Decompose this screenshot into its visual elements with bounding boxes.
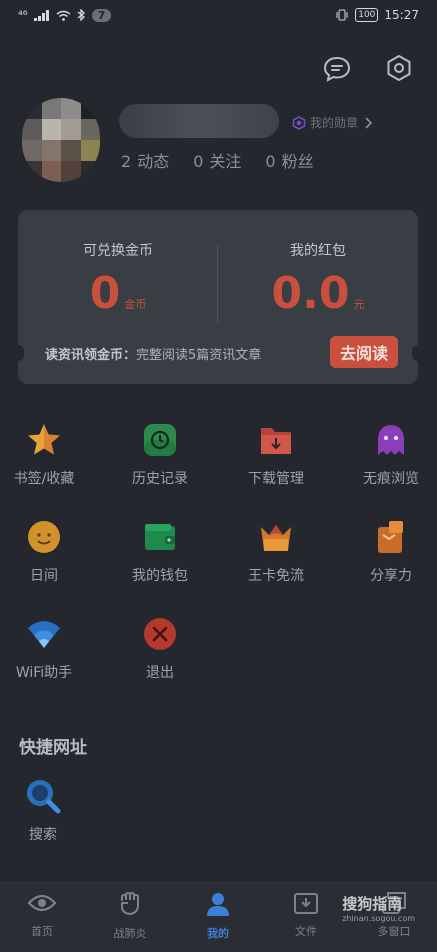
person-icon <box>207 893 229 916</box>
signal-indicator: ⁴⁶ <box>18 8 28 22</box>
quick-link-label: 搜索 <box>29 827 57 843</box>
grid-item-label: 分享力 <box>370 568 412 584</box>
bluetooth-icon <box>77 9 85 21</box>
task-text: 完整阅读5篇资讯文章 <box>136 348 262 363</box>
go-read-button[interactable]: 去阅读 <box>330 336 398 368</box>
tab-label: 战肺炎 <box>113 927 147 940</box>
grid-item-label: WiFi助手 <box>15 665 73 681</box>
medal-label: 我的勋章 <box>310 116 359 130</box>
read-task-text: 读资讯领金币：完整阅读5篇资讯文章 <box>45 344 261 363</box>
stat-followers[interactable]: 0 粉丝 <box>265 148 313 172</box>
hexagon-settings-icon <box>387 54 411 82</box>
ghost-icon <box>373 422 409 458</box>
notification-count-badge: 7 <box>91 8 112 22</box>
grid-item-label: 历史记录 <box>132 471 188 487</box>
grid-item-exit[interactable]: 退出 <box>110 616 210 682</box>
grid-item-label: 无痕浏览 <box>363 471 419 487</box>
redpacket-unit: 元 <box>353 298 365 311</box>
coins-unit: 金币 <box>124 298 147 311</box>
download-folder-icon <box>258 422 294 458</box>
card-notch-right <box>412 345 424 361</box>
medal-icon <box>292 115 306 130</box>
message-button[interactable] <box>322 54 352 84</box>
tab-label: 首页 <box>31 925 53 938</box>
vibrate-icon <box>336 9 348 21</box>
sun-face-icon <box>26 519 62 555</box>
tab-home[interactable]: 首页 <box>2 891 82 939</box>
grid-item-bookmarks[interactable]: 书签/收藏 <box>0 422 94 488</box>
quick-link-search[interactable]: 搜索 <box>0 778 93 844</box>
share-box-icon <box>373 519 409 555</box>
grid-item-wallet[interactable]: 我的钱包 <box>110 519 210 585</box>
grid-item-label: 我的钱包 <box>132 568 188 584</box>
grid-item-king-card[interactable]: 王卡免流 <box>226 519 326 585</box>
tab-fight-pneumonia[interactable]: 战肺炎 <box>90 891 170 941</box>
grid-item-label: 退出 <box>146 665 174 681</box>
search-icon <box>25 778 61 814</box>
stat-label: 粉丝 <box>281 152 314 171</box>
grid-item-label: 日间 <box>30 568 58 584</box>
settings-button[interactable] <box>384 53 414 83</box>
fist-icon <box>121 892 139 915</box>
coins-value: 0 <box>89 268 121 319</box>
star-icon <box>26 422 62 458</box>
wallet-icon <box>142 519 178 555</box>
coins-section[interactable]: 可兑换金币 0 金币 <box>18 240 218 331</box>
card-notch-left <box>12 345 24 361</box>
watermark-url: zhinan.sogou.com <box>342 914 415 923</box>
grid-item-label: 下载管理 <box>248 471 304 487</box>
grid-item-history[interactable]: 历史记录 <box>110 422 210 488</box>
stat-label: 关注 <box>209 152 242 171</box>
file-download-icon <box>294 893 318 914</box>
redpacket-value: 0.0 <box>271 268 350 319</box>
grid-item-wifi[interactable]: WiFi助手 <box>0 616 94 682</box>
grid-item-downloads[interactable]: 下载管理 <box>226 422 326 488</box>
clock-icon <box>142 422 178 458</box>
sogou-watermark: 搜狗指南 zhinan.sogou.com <box>342 893 415 923</box>
stat-label: 动态 <box>137 152 170 171</box>
chat-bubble-icon <box>323 56 351 82</box>
task-prefix: 读资讯领金币： <box>45 348 137 363</box>
stat-posts[interactable]: 2 动态 <box>121 148 169 172</box>
tab-label: 我的 <box>207 927 229 940</box>
my-medal-link[interactable]: 我的勋章 <box>292 114 374 131</box>
username-blurred[interactable] <box>119 104 279 138</box>
chevron-right-icon <box>365 116 373 129</box>
stat-count: 2 <box>121 152 132 171</box>
battery-indicator: 100 <box>355 8 379 22</box>
wifi-status-icon <box>56 10 71 21</box>
clock: 15:27 <box>384 8 419 22</box>
grid-item-incognito[interactable]: 无痕浏览 <box>341 422 437 488</box>
grid-item-label: 书签/收藏 <box>13 471 75 487</box>
grid-item-label: 王卡免流 <box>248 568 304 584</box>
grid-item-share[interactable]: 分享力 <box>341 519 437 585</box>
redpacket-section[interactable]: 我的红包 0.0 元 <box>218 240 418 331</box>
wallet-card: 可兑换金币 0 金币 我的红包 0.0 元 读资讯领金币：完整阅读5篇资讯文章 去阅… <box>12 210 424 384</box>
tab-label: 文件 <box>295 925 317 938</box>
exit-icon <box>142 616 178 652</box>
eye-icon <box>27 894 57 912</box>
redpacket-label: 我的红包 <box>290 243 346 259</box>
tab-mine[interactable]: 我的 <box>178 891 258 941</box>
profile-stats: 2 动态 0 关注 0 粉丝 <box>121 148 314 172</box>
tab-files[interactable]: 文件 <box>266 891 346 939</box>
wifi-icon <box>26 616 62 652</box>
watermark-brand: 搜狗指南 <box>342 895 403 913</box>
signal-bars-icon <box>33 9 49 21</box>
avatar[interactable] <box>22 98 100 182</box>
tab-label: 多窗口 <box>377 925 411 938</box>
coins-label: 可兑换金币 <box>83 243 153 259</box>
stat-count: 0 <box>265 152 276 171</box>
status-bar: ⁴⁶ 7 100 15:27 <box>0 0 437 32</box>
quick-links-title: 快捷网址 <box>19 738 87 758</box>
grid-item-day-mode[interactable]: 日间 <box>0 519 94 585</box>
crown-card-icon <box>258 519 294 555</box>
stat-following[interactable]: 0 关注 <box>193 148 241 172</box>
stat-count: 0 <box>193 152 204 171</box>
